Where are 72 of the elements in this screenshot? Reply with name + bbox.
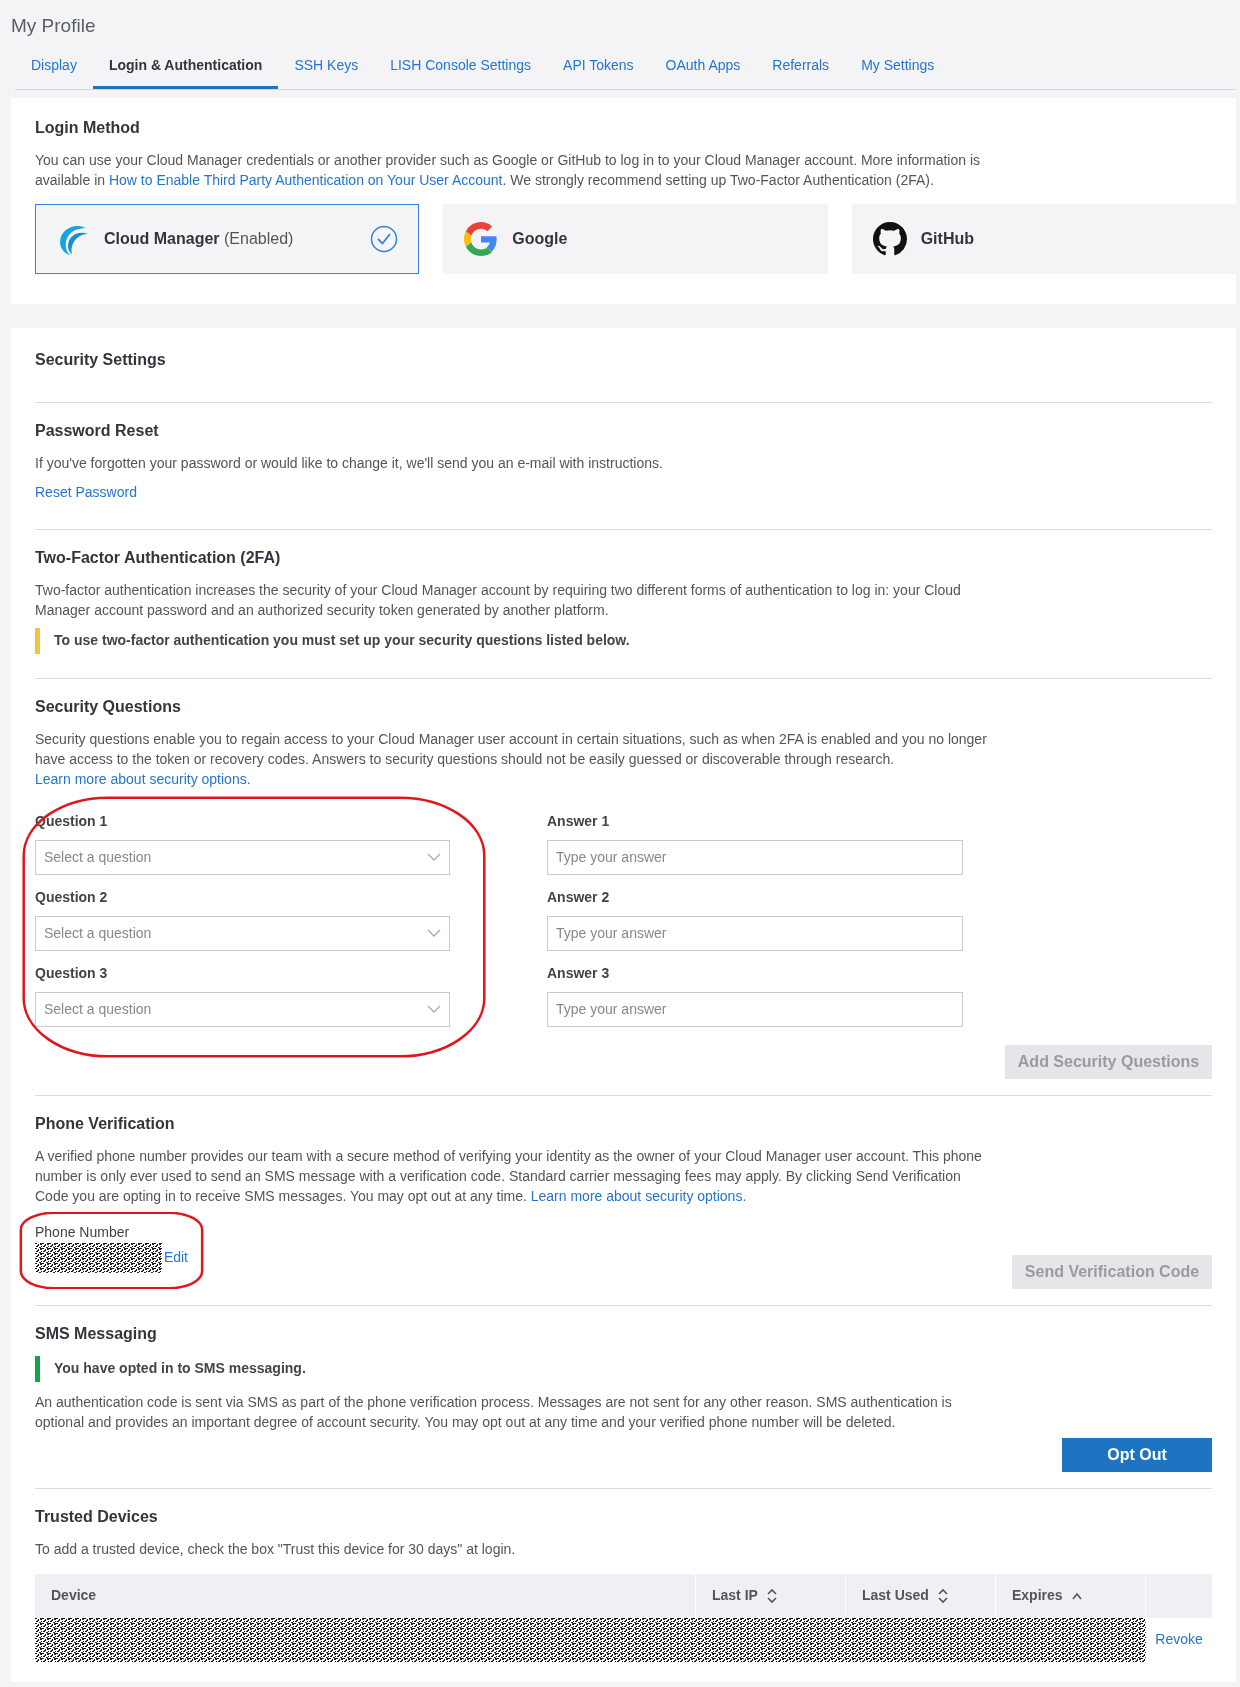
notice-bar — [35, 627, 40, 654]
revoke-link[interactable]: Revoke — [1146, 1617, 1212, 1662]
tab[interactable]: OAuth Apps — [649, 54, 757, 89]
check-circle-icon — [370, 224, 399, 253]
column-header-label: Expires — [1012, 1586, 1063, 1605]
section-description: Security questions enable you to regain access to your Cloud Manager user account in certain situations, such as when 2FA is enabled and you no longer have access to the token or recovery codes. Answers to security questions should not be easily guessed or discoverable through research. Learn more about security options. — [35, 729, 988, 789]
tab[interactable]: LISH Console Settings — [374, 54, 548, 89]
help-link[interactable]: Learn more about security options. — [530, 1187, 747, 1204]
column-header[interactable]: Last IP — [696, 1573, 846, 1618]
edit-link[interactable]: Edit — [163, 1247, 188, 1268]
field-label: Question 2 — [35, 887, 109, 907]
section-description: You can use your Cloud Manager credentials or another provider such as Google or GitHub to log in to your Cloud Manager account. More information is available in How to Enable Third Party Authentication on Your User Account. We strongly recommend setting up Two-Factor Authentication (2FA). — [35, 150, 981, 190]
tab[interactable]: SSH Keys — [278, 54, 375, 89]
question-select[interactable]: Select a question — [35, 839, 450, 875]
column-header[interactable]: Expires — [996, 1573, 1146, 1618]
notice-text: To use two-factor authentication you must set up your security questions listed below. — [54, 631, 630, 650]
question-select[interactable]: Select a question — [35, 991, 450, 1027]
question-select[interactable]: Select a question — [35, 915, 450, 951]
column-header-label: Device — [51, 1586, 97, 1605]
select-placeholder: Select a question — [44, 923, 152, 943]
tab[interactable]: Login & Authentication — [92, 54, 279, 89]
field-label: Question 3 — [35, 963, 109, 983]
chevron-down-icon — [427, 929, 441, 937]
sort-ascending-icon — [1070, 1591, 1083, 1600]
field-label: Answer 3 — [547, 963, 611, 983]
field-label: Answer 1 — [547, 811, 611, 831]
section-title: Phone Verification — [35, 1113, 176, 1134]
answer-field[interactable]: Type your answer — [547, 839, 963, 875]
column-header[interactable]: Device — [35, 1573, 696, 1618]
reset-password-link[interactable]: Reset Password — [35, 481, 137, 513]
section-title: Login Method — [35, 117, 141, 138]
provider-name: Google — [512, 228, 568, 249]
answer-field[interactable]: Type your answer — [547, 991, 963, 1027]
section-title: Two-Factor Authentication (2FA) — [35, 547, 282, 568]
provider-name: Cloud Manager (Enabled) — [104, 228, 294, 249]
help-link[interactable]: Learn more about security options. — [35, 770, 251, 787]
field-label: Answer 2 — [547, 887, 611, 907]
provider-option[interactable]: Google — [443, 203, 828, 274]
section-title: Security Settings — [35, 349, 167, 370]
column-header[interactable]: Last Used — [846, 1573, 996, 1618]
notice-bar — [35, 1355, 40, 1382]
page-title: My Profile — [11, 14, 97, 38]
select-placeholder: Select a question — [44, 999, 152, 1019]
g-logo-icon — [464, 221, 499, 256]
tab[interactable]: My Settings — [845, 54, 951, 89]
section-title: Password Reset — [35, 420, 160, 441]
chevron-down-icon — [427, 853, 441, 861]
sort-icon — [936, 1587, 949, 1604]
provider-name: GitHub — [920, 228, 974, 249]
tab[interactable]: Referrals — [756, 54, 846, 89]
action-button[interactable]: Opt Out — [1062, 1437, 1212, 1472]
section-description: A verified phone number provides our team with a secure method of verifying your identity as the owner of your Cloud Manager user account. This phone number is only ever used to send an SMS message with a verification code. Standard carrier messaging fees may apply. By clicking Send Verification Code you are opting in to receive SMS messages. You may opt out at any time. Learn more about security options. — [35, 1146, 983, 1206]
section-title: SMS Messaging — [35, 1323, 158, 1344]
notice-text: You have opted in to SMS messaging. — [54, 1359, 306, 1378]
column-header-label: Last IP — [712, 1586, 758, 1605]
sort-icon — [765, 1587, 778, 1604]
provider-option[interactable]: Cloud Manager (Enabled) — [35, 203, 420, 274]
section-description: An authentication code is sent via SMS as part of the phone verification process. Messages are not sent for any other reason. SMS authentication is optional and provides an important degree of account security. You may opt out at any time and your verified phone number will be deleted. — [35, 1392, 953, 1432]
section-description: If you've forgotten your password or would like to change it, we'll send you an e-mail with instructions. — [35, 453, 664, 473]
section-title: Security Questions — [35, 696, 182, 717]
cat-logo-icon — [872, 221, 907, 256]
answer-field[interactable]: Type your answer — [547, 915, 963, 951]
field-label: Phone Number — [35, 1222, 131, 1242]
select-placeholder: Select a question — [44, 847, 152, 867]
section-description: To add a trusted device, check the box "Trust this device for 30 days" at login. — [35, 1539, 517, 1559]
tab[interactable]: Display — [15, 54, 93, 89]
tab[interactable]: API Tokens — [547, 54, 650, 89]
provider-option[interactable]: GitHub — [851, 203, 1236, 274]
section-description: Two-factor authentication increases the security of your Cloud Manager account by requiring two different forms of authentication to log in: your Cloud Manager account password and an authorized security token generated by another platform. — [35, 580, 962, 620]
section-title: Trusted Devices — [35, 1506, 159, 1527]
column-header-label: Last Used — [862, 1586, 929, 1605]
chevron-down-icon — [427, 1005, 441, 1013]
